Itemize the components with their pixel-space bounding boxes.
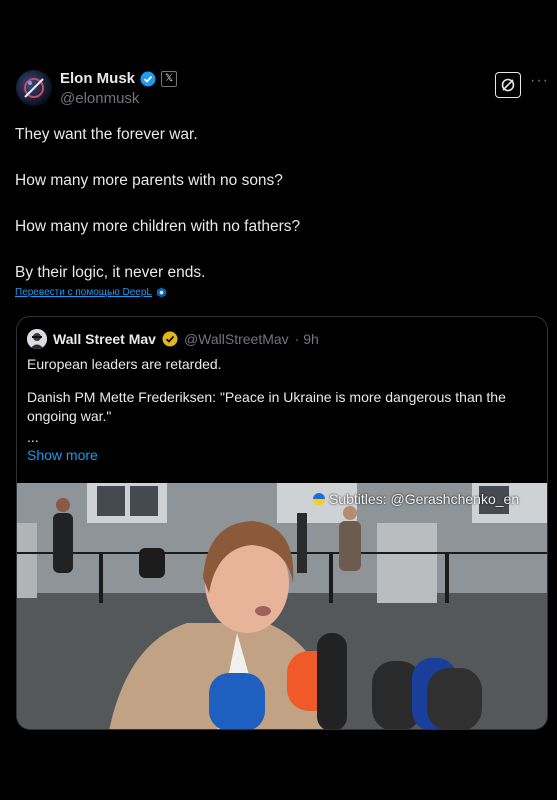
author-avatar[interactable] (16, 70, 52, 106)
translate-link[interactable]: Перевести с помощью DeepL (15, 287, 167, 298)
quoted-author-avatar[interactable] (27, 329, 47, 349)
verified-gold-badge-icon (162, 331, 178, 347)
quoted-author-row: Wall Street Mav @WallStreetMav · 9h (27, 329, 319, 349)
quoted-line: ... (27, 429, 39, 445)
tweet-text: They want the forever war. How many more… (15, 123, 535, 307)
author-handle[interactable]: @elonmusk (60, 90, 139, 107)
video-subtitle-watermark: Subtitles: @Gerashchenko_en (313, 491, 519, 507)
tweet-line: How many more parents with no sons? (15, 172, 283, 189)
video-subtitle-text: Subtitles: @Gerashchenko_en (329, 491, 520, 507)
quoted-line: Danish PM Mette Frederiksen: "Peace in U… (27, 389, 506, 424)
grok-icon (501, 78, 515, 92)
quoted-author-handle[interactable]: @WallStreetMav (184, 331, 289, 347)
grok-button[interactable] (495, 72, 521, 98)
quoted-line: European leaders are retarded. (27, 356, 222, 372)
verified-badge-icon (140, 71, 156, 86)
tweet-line: How many more children with no fathers? (15, 218, 301, 235)
deepl-icon (156, 287, 167, 298)
video-frame-image (17, 483, 547, 729)
quoted-text: European leaders are retarded. Danish PM… (27, 355, 532, 445)
ukraine-flag-icon (313, 493, 325, 505)
author-name[interactable]: Elon Musk (60, 70, 135, 87)
translate-label: Перевести с помощью DeepL (15, 287, 152, 298)
x-affiliation-icon: 𝕏 (161, 70, 178, 87)
show-more-link[interactable]: Show more (27, 447, 98, 463)
author-name-row: Elon Musk 𝕏 (60, 70, 178, 87)
video-player[interactable]: Subtitles: @Gerashchenko_en (17, 483, 547, 729)
quoted-author-name[interactable]: Wall Street Mav (53, 331, 156, 347)
quoted-timestamp[interactable]: · 9h (295, 331, 319, 347)
tweet-line: By their logic, it never ends. (15, 264, 206, 281)
quoted-tweet[interactable]: Wall Street Mav @WallStreetMav · 9h Euro… (16, 316, 548, 730)
more-options-icon[interactable]: ··· (530, 72, 549, 90)
tweet-line: They want the forever war. (15, 126, 198, 143)
